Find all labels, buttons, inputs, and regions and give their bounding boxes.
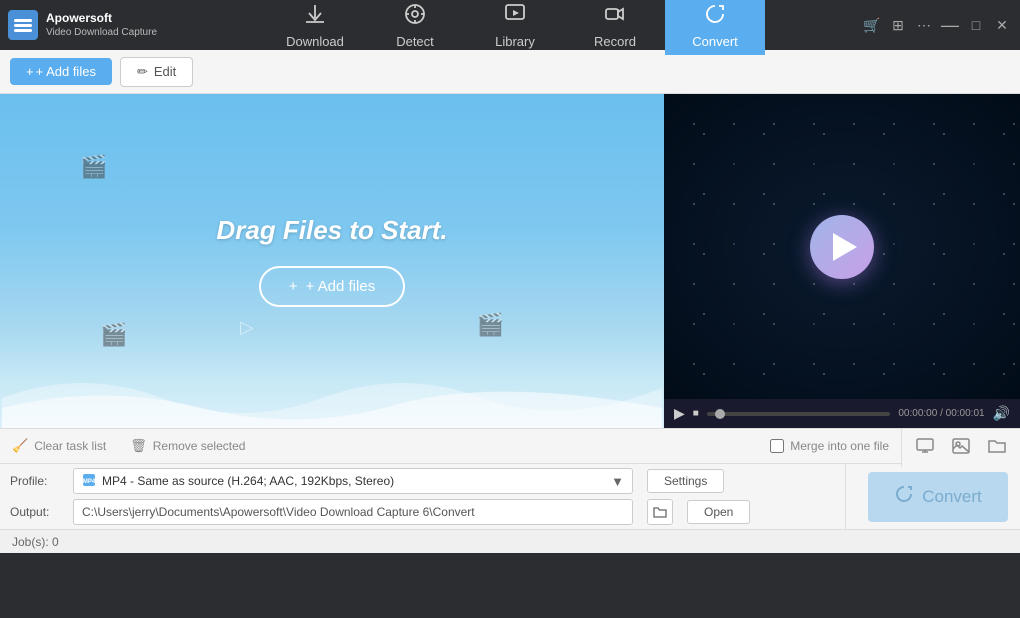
video-play-ctrl[interactable]: ▶ [674,405,685,422]
svg-text:MP4: MP4 [83,479,96,485]
edit-button[interactable]: ✏ Edit [120,57,193,87]
video-screen [664,94,1020,399]
video-preview: ▶ ■ 00:00:00 / 00:00:01 🔊 [664,94,1020,428]
merge-checkbox[interactable] [770,439,784,453]
film-icon-bottomleft: 🎬 [100,322,127,348]
convert-section: Convert [845,464,1020,529]
profile-value: MP4 - Same as source (H.264; AAC, 192Kbp… [102,474,605,488]
progress-bar[interactable] [707,412,891,416]
play-icon-small: ▷ [240,317,254,338]
profile-select[interactable]: MP4 MP4 - Same as source (H.264; AAC, 19… [73,468,633,494]
dropdown-arrow-icon: ▼ [611,474,624,489]
app-logo-text: Apowersoft Video Download Capture [46,11,157,40]
image-icon[interactable] [952,438,970,459]
cart-button[interactable]: 🛒 [862,15,882,35]
preview-icons-bar [901,429,1020,467]
grid-button[interactable]: ⊞ [888,15,908,35]
trash-icon: 🗑 [130,438,147,454]
download-icon [303,2,327,30]
play-triangle-icon [833,233,857,261]
output-label: Output: [10,505,65,519]
tab-library[interactable]: Library [465,0,565,55]
drop-zone[interactable]: 🎬 Drag Files to Start. + + Add files 🎬 ▷… [0,94,664,428]
tab-record[interactable]: Record [565,0,665,55]
window-controls: 🛒 ⊞ ⋯ — □ ✕ [862,15,1012,35]
tab-download[interactable]: Download [265,0,365,55]
main-area: 🎬 Drag Files to Start. + + Add files 🎬 ▷… [0,94,1020,428]
tab-detect[interactable]: Detect [365,0,465,55]
close-button[interactable]: ✕ [992,15,1012,35]
toolbar: + + Add files ✏ Edit [0,50,1020,94]
nav-tabs: Download Detect [168,0,862,55]
convert-spin-icon [894,484,914,509]
open-button[interactable]: Open [687,500,750,524]
video-stop-ctrl[interactable]: ■ [693,408,699,419]
remove-selected-button[interactable]: 🗑 Remove selected [130,438,245,454]
add-files-button[interactable]: + + Add files [10,58,112,85]
app-logo-icon [8,10,38,40]
output-path: C:\Users\jerry\Documents\Apowersoft\Vide… [73,499,633,525]
library-icon [503,2,527,30]
wave-decoration [0,348,664,428]
folder-icon[interactable] [988,438,1006,459]
clear-task-button[interactable]: 🧹 Clear task list [12,438,106,454]
output-row: Output: C:\Users\jerry\Documents\Apowers… [10,499,835,525]
broom-icon: 🧹 [12,438,28,454]
add-files-main-button[interactable]: + + Add files [259,266,405,307]
browse-folder-button[interactable] [647,499,673,525]
progress-dot [715,409,725,419]
screen-icon[interactable] [916,438,934,459]
mp4-icon: MP4 [82,473,96,490]
more-button[interactable]: ⋯ [914,15,934,35]
plus-icon-main: + [289,278,298,295]
tab-convert[interactable]: Convert [665,0,765,55]
convert-label: Convert [922,487,982,507]
convert-icon [703,2,727,30]
restore-button[interactable]: □ [966,15,986,35]
video-play-button[interactable] [810,215,874,279]
drag-text: Drag Files to Start. [216,215,447,246]
plus-icon: + [26,64,34,79]
jobs-status: Job(s): 0 [12,535,59,549]
film-icon-bottomright: 🎬 [477,312,504,338]
profile-label: Profile: [10,474,65,488]
video-controls: ▶ ■ 00:00:00 / 00:00:01 🔊 [664,399,1020,428]
config-area: Profile: MP4 MP4 - Same as source (H.264… [0,464,1020,529]
actions-bar: 🧹 Clear task list 🗑 Remove selected Merg… [0,428,1020,464]
time-display: 00:00:00 / 00:00:01 [898,408,984,419]
detect-icon [403,2,427,30]
merge-area: Merge into one file [770,439,889,453]
edit-icon: ✏ [137,64,148,80]
titlebar: Apowersoft Video Download Capture Downlo… [0,0,1020,50]
film-icon-topleft: 🎬 [80,154,107,180]
convert-button[interactable]: Convert [868,472,1008,522]
settings-button[interactable]: Settings [647,469,724,493]
status-bar: Job(s): 0 [0,529,1020,553]
volume-icon[interactable]: 🔊 [993,405,1010,422]
config-left: Profile: MP4 MP4 - Same as source (H.264… [0,464,845,529]
minimize-button[interactable]: — [940,15,960,35]
record-icon [603,2,627,30]
profile-row: Profile: MP4 MP4 - Same as source (H.264… [10,468,835,494]
app-logo: Apowersoft Video Download Capture [8,10,168,40]
